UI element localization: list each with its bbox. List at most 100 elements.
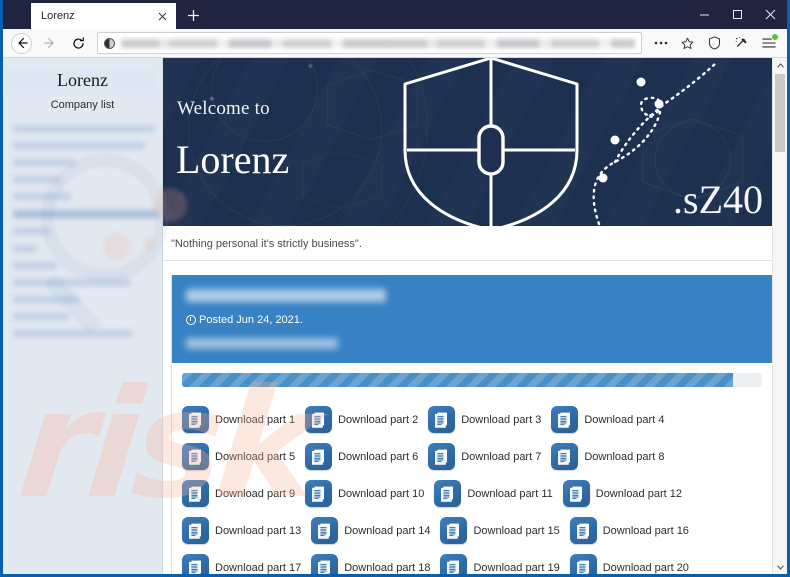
- download-part-link[interactable]: Download part 3: [428, 401, 551, 438]
- sidebar-item-redacted[interactable]: [13, 313, 69, 320]
- maximize-icon[interactable]: [721, 0, 754, 29]
- download-part-label: Download part 12: [595, 487, 682, 500]
- download-part-link[interactable]: Download part 5: [182, 438, 305, 475]
- page-viewport: risk Lorenz Company list Welcome to Lore…: [3, 58, 787, 574]
- sidebar-brand: Lorenz: [7, 68, 158, 94]
- sidebar-item-redacted[interactable]: [13, 245, 37, 252]
- sidebar-item-redacted[interactable]: [13, 176, 61, 183]
- hero-title: Lorenz: [176, 137, 290, 182]
- page-content: Welcome to Lorenz .sZ40 "Nothing persona…: [163, 58, 787, 574]
- download-part-link[interactable]: Download part 10: [305, 475, 434, 512]
- post-date-label: Posted Jun 24, 2021.: [199, 314, 303, 326]
- chevron-down-icon[interactable]: [773, 560, 787, 574]
- browser-window: Lorenz risk Lorenz Company list Welcome …: [0, 0, 790, 577]
- sidebar-company-list: [3, 125, 162, 337]
- download-part-link[interactable]: Download part 11: [434, 475, 562, 512]
- download-part-link[interactable]: Download part 17: [182, 549, 311, 574]
- download-part-label: Download part 8: [584, 450, 665, 463]
- hero-banner: Welcome to Lorenz .sZ40: [163, 58, 773, 226]
- download-part-label: Download part 18: [344, 561, 431, 574]
- sidebar-item-redacted[interactable]: [13, 330, 133, 337]
- star-icon[interactable]: [675, 31, 700, 55]
- download-part-link[interactable]: Download part 8: [551, 438, 674, 475]
- download-part-link[interactable]: Download part 2: [305, 401, 428, 438]
- download-part-label: Download part 11: [467, 487, 553, 500]
- document-file-icon: [569, 517, 597, 544]
- download-part-label: Download part 15: [473, 524, 560, 537]
- download-part-link[interactable]: Download part 20: [569, 549, 699, 574]
- download-part-link[interactable]: Download part 4: [551, 401, 674, 438]
- forward-arrow-icon[interactable]: [37, 31, 63, 55]
- page-scrollbar[interactable]: [772, 58, 787, 574]
- scrollbar-thumb[interactable]: [775, 74, 785, 152]
- site-identity-icon[interactable]: [104, 37, 115, 49]
- sidebar-item-redacted[interactable]: [13, 262, 57, 269]
- sidebar-item-redacted[interactable]: [13, 279, 131, 286]
- post-subtitle-redacted: [186, 338, 338, 349]
- document-file-icon: [428, 406, 456, 433]
- download-part-label: Download part 5: [215, 450, 296, 463]
- document-file-icon: [305, 406, 333, 433]
- document-file-icon: [182, 406, 209, 433]
- sidebar-item-redacted[interactable]: [13, 228, 50, 235]
- sidebar-item-redacted[interactable]: [13, 142, 145, 149]
- update-badge: [771, 33, 779, 41]
- document-file-icon: [440, 554, 468, 574]
- download-part-label: Download part 17: [215, 561, 302, 574]
- ellipsis-icon[interactable]: [648, 31, 673, 55]
- sidebar-item-redacted[interactable]: [13, 193, 71, 200]
- url-input[interactable]: [121, 38, 635, 48]
- download-part-link[interactable]: Download part 18: [311, 549, 440, 574]
- download-part-label: Download part 10: [338, 487, 425, 500]
- download-part-link[interactable]: Download part 13: [182, 512, 311, 549]
- download-part-label: Download part 7: [461, 450, 542, 463]
- sidebar-item-redacted[interactable]: [13, 125, 155, 132]
- sidebar-item-redacted[interactable]: [13, 296, 79, 303]
- sidebar-item-redacted[interactable]: [13, 159, 75, 166]
- document-file-icon: [569, 554, 597, 574]
- download-part-link[interactable]: Download part 9: [182, 475, 305, 512]
- document-file-icon: [182, 517, 209, 544]
- tab-strip: Lorenz: [3, 0, 787, 29]
- chevron-up-icon[interactable]: [773, 58, 787, 72]
- hero-extension-text: .sZ40: [673, 177, 763, 222]
- post-date: Posted Jun 24, 2021.: [186, 314, 758, 326]
- download-links-grid: Download part 1 Download part 2 Download p…: [182, 401, 762, 574]
- navigation-toolbar: [3, 29, 787, 58]
- url-bar[interactable]: [97, 32, 642, 54]
- document-file-icon: [182, 480, 209, 507]
- download-part-link[interactable]: Download part 12: [562, 475, 692, 512]
- download-part-link[interactable]: Download part 19: [440, 549, 569, 574]
- sidebar-item-redacted[interactable]: [13, 210, 159, 218]
- window-close-icon[interactable]: [754, 0, 787, 29]
- download-part-link[interactable]: Download part 1: [182, 401, 305, 438]
- progress-fill: [182, 373, 733, 387]
- pocket-icon[interactable]: [729, 31, 754, 55]
- document-file-icon: [562, 480, 590, 507]
- download-part-link[interactable]: Download part 15: [440, 512, 569, 549]
- new-tab-button[interactable]: [180, 2, 206, 28]
- download-part-link[interactable]: Download part 7: [428, 438, 551, 475]
- hamburger-menu-icon[interactable]: [756, 31, 781, 55]
- document-file-icon: [311, 554, 339, 574]
- download-part-label: Download part 13: [215, 524, 302, 537]
- download-part-label: Download part 14: [344, 524, 431, 537]
- download-part-link[interactable]: Download part 14: [311, 512, 440, 549]
- back-arrow-icon[interactable]: [11, 32, 32, 54]
- clock-icon: [186, 315, 196, 325]
- upload-progress-bar: Uploaded 95% files: [182, 373, 762, 387]
- minimize-icon[interactable]: [688, 0, 721, 29]
- document-file-icon: [182, 554, 209, 574]
- shield-icon[interactable]: [702, 31, 727, 55]
- sidebar-subtitle: Company list: [50, 99, 115, 111]
- download-part-link[interactable]: Download part 16: [569, 512, 699, 549]
- download-part-label: Download part 1: [215, 413, 296, 426]
- document-file-icon: [428, 443, 456, 470]
- document-file-icon: [440, 517, 468, 544]
- close-icon[interactable]: [154, 8, 170, 24]
- reload-icon[interactable]: [65, 31, 91, 55]
- browser-tab-lorenz[interactable]: Lorenz: [31, 3, 176, 29]
- post-card-body: Uploaded 95% files Download part 1 Downlo…: [172, 363, 772, 574]
- document-file-icon: [434, 480, 462, 507]
- download-part-link[interactable]: Download part 6: [305, 438, 428, 475]
